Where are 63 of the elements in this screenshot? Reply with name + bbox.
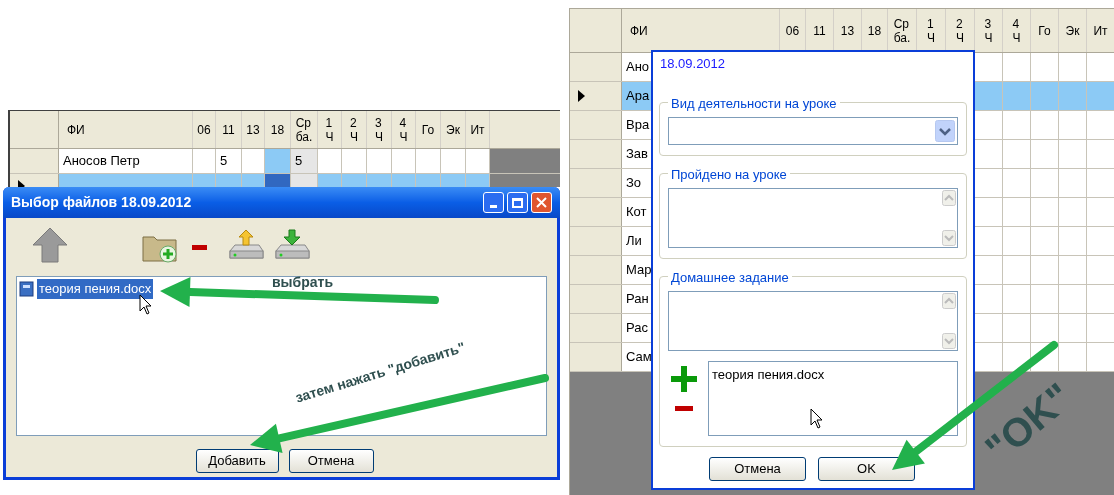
table-cell: 5: [291, 149, 318, 173]
text-area[interactable]: [668, 187, 958, 248]
dropdown-caret-icon: [935, 119, 955, 142]
column-header[interactable]: 1 Ч: [318, 111, 342, 148]
column-header[interactable]: ФИ: [59, 111, 193, 148]
column-header[interactable]: Ит: [1087, 9, 1114, 52]
column-header[interactable]: 3 Ч: [367, 111, 392, 148]
scroll-down-icon[interactable]: [942, 332, 956, 349]
minimize-button[interactable]: [483, 192, 504, 213]
column-header[interactable]: 4 Ч: [392, 111, 416, 148]
minimize-icon: [490, 205, 497, 208]
ok-button[interactable]: OK: [818, 456, 915, 481]
document-icon: [19, 280, 35, 297]
cancel-button[interactable]: Отмена: [288, 449, 374, 473]
column-header[interactable]: 18: [265, 111, 291, 148]
row-header-cell[interactable]: [570, 256, 622, 284]
column-header[interactable]: Ит: [466, 111, 490, 148]
column-header[interactable]: 11: [216, 111, 242, 148]
table-cell: 5: [216, 149, 242, 173]
row-header-cell[interactable]: [570, 53, 622, 81]
add-folder-icon[interactable]: [142, 233, 178, 263]
lesson-date: 18.09.2012: [660, 55, 727, 73]
remove-icon[interactable]: [675, 405, 693, 411]
column-header[interactable]: Ср ба.: [291, 111, 318, 148]
column-header[interactable]: 13: [242, 111, 265, 148]
close-icon: [536, 197, 547, 208]
window-title: Выбор файлов 18.09.2012: [11, 193, 193, 212]
activity-dropdown[interactable]: [668, 116, 958, 145]
row-header-cell[interactable]: [570, 198, 622, 226]
row-header-cell[interactable]: [10, 149, 59, 173]
text-area[interactable]: [668, 290, 958, 351]
table-cell: Аносов Петр: [59, 149, 193, 173]
column-header[interactable]: Го: [1031, 9, 1059, 52]
column-header[interactable]: 4 Ч: [1003, 9, 1031, 52]
column-header[interactable]: Го: [416, 111, 441, 148]
mouse-pointer-icon: [810, 408, 823, 429]
scroll-up-icon[interactable]: [942, 189, 956, 206]
scroll-up-icon[interactable]: [942, 292, 956, 309]
column-header[interactable]: 2 Ч: [342, 111, 367, 148]
add-button[interactable]: Добавить: [195, 449, 279, 473]
add-icon[interactable]: [669, 363, 699, 394]
row-header-cell[interactable]: [570, 314, 622, 342]
maximize-button[interactable]: [507, 192, 528, 213]
column-header[interactable]: 06: [193, 111, 216, 148]
annotation-text: выбрать: [272, 273, 333, 292]
column-header[interactable]: 3 Ч: [975, 9, 1003, 52]
annotation-text: "OK": [978, 375, 1079, 470]
scroll-down-icon[interactable]: [942, 229, 956, 246]
row-header-cell[interactable]: [570, 343, 622, 371]
file-item[interactable]: теория пения.docx: [37, 279, 154, 299]
row-header-cell[interactable]: [570, 227, 622, 255]
cancel-button[interactable]: Отмена: [709, 456, 806, 481]
row-header-cell[interactable]: [570, 140, 622, 168]
row-header-cell[interactable]: [570, 169, 622, 197]
close-button[interactable]: [531, 192, 552, 213]
row-header-cell[interactable]: [570, 82, 622, 110]
up-arrow-icon[interactable]: [32, 227, 68, 263]
row-header-cell[interactable]: [570, 285, 622, 313]
column-header[interactable]: Эк: [1059, 9, 1087, 52]
row-header-cell[interactable]: [570, 111, 622, 139]
maximize-icon: [512, 197, 523, 208]
column-header[interactable]: Эк: [441, 111, 466, 148]
mouse-pointer-icon: [139, 294, 152, 315]
